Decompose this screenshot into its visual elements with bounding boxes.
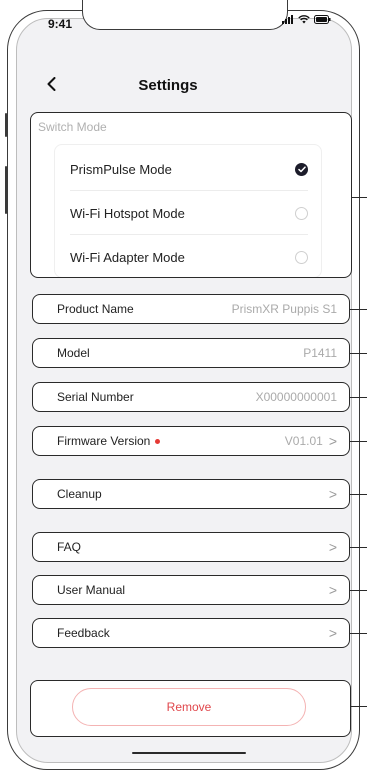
callout-line xyxy=(350,397,367,398)
callout-line xyxy=(350,441,367,442)
row-label: FAQ xyxy=(57,540,82,554)
row-label: Feedback xyxy=(57,626,110,640)
callout-line xyxy=(352,197,367,198)
wifi-icon xyxy=(298,15,310,24)
cleanup-row[interactable]: Cleanup > xyxy=(32,479,350,509)
callout-line xyxy=(350,309,367,310)
update-dot-icon xyxy=(155,439,161,445)
chevron-right-icon: > xyxy=(328,486,337,502)
callout-line xyxy=(350,633,367,634)
row-value-group: V01.01 > xyxy=(285,433,337,449)
row-value: PrismXR Puppis S1 xyxy=(231,302,337,316)
chevron-right-icon: > xyxy=(328,582,337,598)
row-label: Serial Number xyxy=(57,390,134,404)
chevron-right-icon: > xyxy=(328,539,337,555)
row-value: X00000000001 xyxy=(255,390,337,404)
callout-line xyxy=(350,547,367,548)
callout-line xyxy=(350,590,367,591)
callout-line xyxy=(351,706,367,707)
product-name-row: Product Name PrismXR Puppis S1 xyxy=(32,294,350,324)
firmware-version-row[interactable]: Firmware Version V01.01 > xyxy=(32,426,350,456)
callout-line xyxy=(350,494,367,495)
signal-icon xyxy=(282,15,293,24)
row-value: V01.01 xyxy=(284,434,323,448)
row-label: Firmware Version xyxy=(57,434,151,448)
serial-number-row: Serial Number X00000000001 xyxy=(32,382,350,412)
model-row: Model P1411 xyxy=(32,338,350,368)
remove-button[interactable]: Remove xyxy=(72,688,306,726)
row-label-group: Firmware Version xyxy=(57,434,161,448)
faq-row[interactable]: FAQ > xyxy=(32,532,350,562)
notch xyxy=(82,0,288,30)
callout-line xyxy=(350,353,367,354)
home-indicator xyxy=(132,752,246,754)
row-label: Product Name xyxy=(57,302,134,316)
row-label: User Manual xyxy=(57,583,126,597)
chevron-right-icon: > xyxy=(328,625,337,641)
switch-mode-outline xyxy=(30,112,352,278)
status-icons xyxy=(282,15,331,24)
status-time: 9:41 xyxy=(48,17,73,31)
row-label: Cleanup xyxy=(57,487,102,501)
chevron-right-icon: > xyxy=(328,433,337,449)
row-label: Model xyxy=(57,346,90,360)
user-manual-row[interactable]: User Manual > xyxy=(32,575,350,605)
page-title: Settings xyxy=(138,77,198,94)
battery-icon xyxy=(314,15,331,24)
feedback-row[interactable]: Feedback > xyxy=(32,618,350,648)
row-value: P1411 xyxy=(303,346,337,360)
